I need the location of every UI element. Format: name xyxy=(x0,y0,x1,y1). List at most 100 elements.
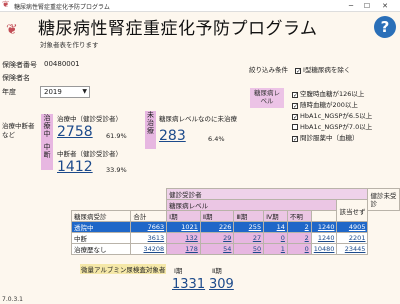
insurer-name-label: 保険者名 xyxy=(2,74,30,82)
level-header: 糖尿病レベル xyxy=(166,199,338,211)
cell-link[interactable]: 0 xyxy=(263,232,288,244)
checkbox-checked-icon[interactable]: ✓ xyxy=(292,103,298,110)
col-stage1: Ⅰ期 xyxy=(166,210,201,222)
minimize-button[interactable]: ─ xyxy=(344,1,358,11)
cell-link[interactable]: 2 xyxy=(286,221,312,233)
cell-link[interactable]: 1240 xyxy=(310,221,338,233)
main-panel xyxy=(0,12,400,304)
table-corner xyxy=(130,188,167,200)
cell-link[interactable]: 14 xyxy=(263,221,288,233)
checkbox-checked-icon[interactable]: ✓ xyxy=(292,92,298,99)
maximize-button[interactable]: ☐ xyxy=(360,1,374,11)
interrupted-count-link[interactable]: 1412 xyxy=(57,159,93,175)
cell-link[interactable]: 50 xyxy=(233,243,265,255)
filter-section-label: 絞り込み条件 xyxy=(249,66,288,74)
treating-label: 治療中（健診受診者） xyxy=(57,115,122,123)
cell-link[interactable]: 226 xyxy=(199,221,235,233)
row-header: 糖尿病受診 xyxy=(70,210,132,222)
filter-dm1-label: Ⅰ型糖尿病を除く xyxy=(303,66,351,74)
summary-table: 健診受診者 健診未受診 糖尿病レベル 該当せず 糖尿病受診 合計 Ⅰ期 Ⅱ期 Ⅲ… xyxy=(70,188,400,255)
col-unknown: 不明 xyxy=(286,210,312,222)
treating-count-link[interactable]: 2758 xyxy=(57,124,93,140)
filter-option-4[interactable]: ✓ 問診服薬中（血糖） xyxy=(292,132,359,143)
row-label: 治療歴なし xyxy=(70,243,132,255)
filter-option-label: HbA1c_NGSPが6.5以上 xyxy=(300,112,373,120)
cell-link[interactable]: 132 xyxy=(166,232,201,244)
filter-dm1-exclude[interactable]: ✓ Ⅰ型糖尿病を除く xyxy=(295,64,351,75)
table-corner xyxy=(130,199,167,211)
checkbox-checked-icon[interactable]: ✓ xyxy=(292,136,298,143)
cell-link[interactable]: 0 xyxy=(286,243,312,255)
albumin-stage1-label: Ⅰ期 xyxy=(174,267,183,275)
filter-option-label: 問診服薬中（血糖） xyxy=(300,134,359,142)
filter-option-label: 空腹時血糖が126以上 xyxy=(300,90,365,98)
cell-link[interactable]: 2201 xyxy=(336,232,369,244)
page-subtitle: 対象者表を作ります xyxy=(40,41,99,49)
table-row[interactable]: 中断 3613 132 29 27 0 2 1240 2201 xyxy=(70,232,400,244)
interrupted-label: 中断者（健診受診者） xyxy=(57,150,122,158)
window-titlebar: ❦ 糖尿病性腎症重症化予防プログラム ─ ☐ ✕ xyxy=(0,0,400,12)
page-title: 糖尿病性腎症重症化予防プログラム xyxy=(38,19,318,39)
cell-link[interactable]: 2 xyxy=(286,232,312,244)
chevron-down-icon: ▼ xyxy=(82,88,87,95)
cell-link[interactable]: 4905 xyxy=(336,221,369,233)
cell-link[interactable]: 54 xyxy=(199,243,235,255)
cell-link[interactable]: 23445 xyxy=(336,243,369,255)
untreated-count-link[interactable]: 283 xyxy=(159,128,186,144)
year-label: 年度 xyxy=(2,88,16,96)
row-label: 中断 xyxy=(70,232,132,244)
col-not-applicable: 該当せず xyxy=(336,199,369,222)
cell-link[interactable]: 1240 xyxy=(310,232,338,244)
table-corner xyxy=(71,188,131,200)
cell-link[interactable]: 29 xyxy=(199,232,235,244)
filter-option-1[interactable]: ✓ 随時血糖が200以上 xyxy=(292,99,358,110)
col-total: 合計 xyxy=(130,210,168,222)
albumin-stage2-label: Ⅱ期 xyxy=(212,267,222,275)
version-label: 7.0.3.1 xyxy=(2,296,23,303)
treating-pct: 61.9% xyxy=(106,132,127,140)
albumin-stage1-link[interactable]: 1331 xyxy=(172,277,205,292)
cell-link[interactable]: 1021 xyxy=(166,221,201,233)
col-stage4: Ⅳ期 xyxy=(263,210,288,222)
untreated-label: 糖尿病レベルなのに未治療 xyxy=(159,115,237,123)
year-select[interactable]: 2019 ▼ xyxy=(40,86,90,98)
kidney-logo-icon: ❦ xyxy=(6,22,18,38)
cell-link[interactable]: 3613 xyxy=(130,232,168,244)
exam-group-header: 健診受診者 xyxy=(166,188,369,200)
year-select-value: 2019 xyxy=(44,88,62,96)
checkbox-checked-icon[interactable]: ✓ xyxy=(295,68,301,75)
filter-option-2[interactable]: ✓ HbA1c_NGSPが6.5以上 xyxy=(292,110,373,121)
dropout-label: 治療中断者など xyxy=(2,122,35,139)
table-row[interactable]: 治療歴なし 34208 178 54 50 1 0 10480 23445 xyxy=(70,243,400,255)
help-button[interactable]: ? xyxy=(374,16,396,38)
level-tag: 糖尿病レベル xyxy=(250,88,284,108)
table-row[interactable]: 透院中 7663 1021 226 255 14 2 1240 4905 xyxy=(70,221,400,233)
col-stage3: Ⅲ期 xyxy=(233,210,265,222)
treating-tag: 治療中 xyxy=(41,114,53,143)
interrupted-pct: 33.9% xyxy=(106,166,127,174)
interrupted-tag: 中断 xyxy=(41,143,53,170)
cell-link[interactable]: 10480 xyxy=(310,243,338,255)
app-icon: ❦ xyxy=(2,0,10,10)
filter-option-3[interactable]: HbA1c_NGSPが7.0以上 xyxy=(292,121,372,131)
checkbox-checked-icon[interactable]: ✓ xyxy=(292,114,298,121)
row-label: 透院中 xyxy=(70,221,132,233)
untreated-pct: 6.4% xyxy=(208,135,225,143)
cell-link[interactable]: 27 xyxy=(233,232,265,244)
filter-option-0[interactable]: ✓ 空腹時血糖が126以上 xyxy=(292,88,365,99)
filter-option-label: HbA1c_NGSPが7.0以上 xyxy=(300,123,373,131)
cell-link[interactable]: 178 xyxy=(166,243,201,255)
albumin-stage2-link[interactable]: 309 xyxy=(209,277,234,292)
checkbox-unchecked-icon[interactable] xyxy=(292,124,298,130)
window-title: 糖尿病性腎症重症化予防プログラム xyxy=(14,4,110,11)
cell-link[interactable]: 34208 xyxy=(130,243,168,255)
albumin-label: 微量アルブミン尿検査対象者 xyxy=(80,264,167,274)
nonexam-header: 健診未受診 xyxy=(367,188,400,211)
cell-link[interactable]: 7663 xyxy=(130,221,168,233)
close-button[interactable]: ✕ xyxy=(378,1,392,11)
filter-option-label: 随時血糖が200以上 xyxy=(300,101,358,109)
cell-link[interactable]: 1 xyxy=(263,243,288,255)
cell-link[interactable]: 255 xyxy=(233,221,265,233)
insurer-number-label: 保険者番号 xyxy=(2,61,37,69)
insurer-number-value: 00480001 xyxy=(44,60,80,68)
